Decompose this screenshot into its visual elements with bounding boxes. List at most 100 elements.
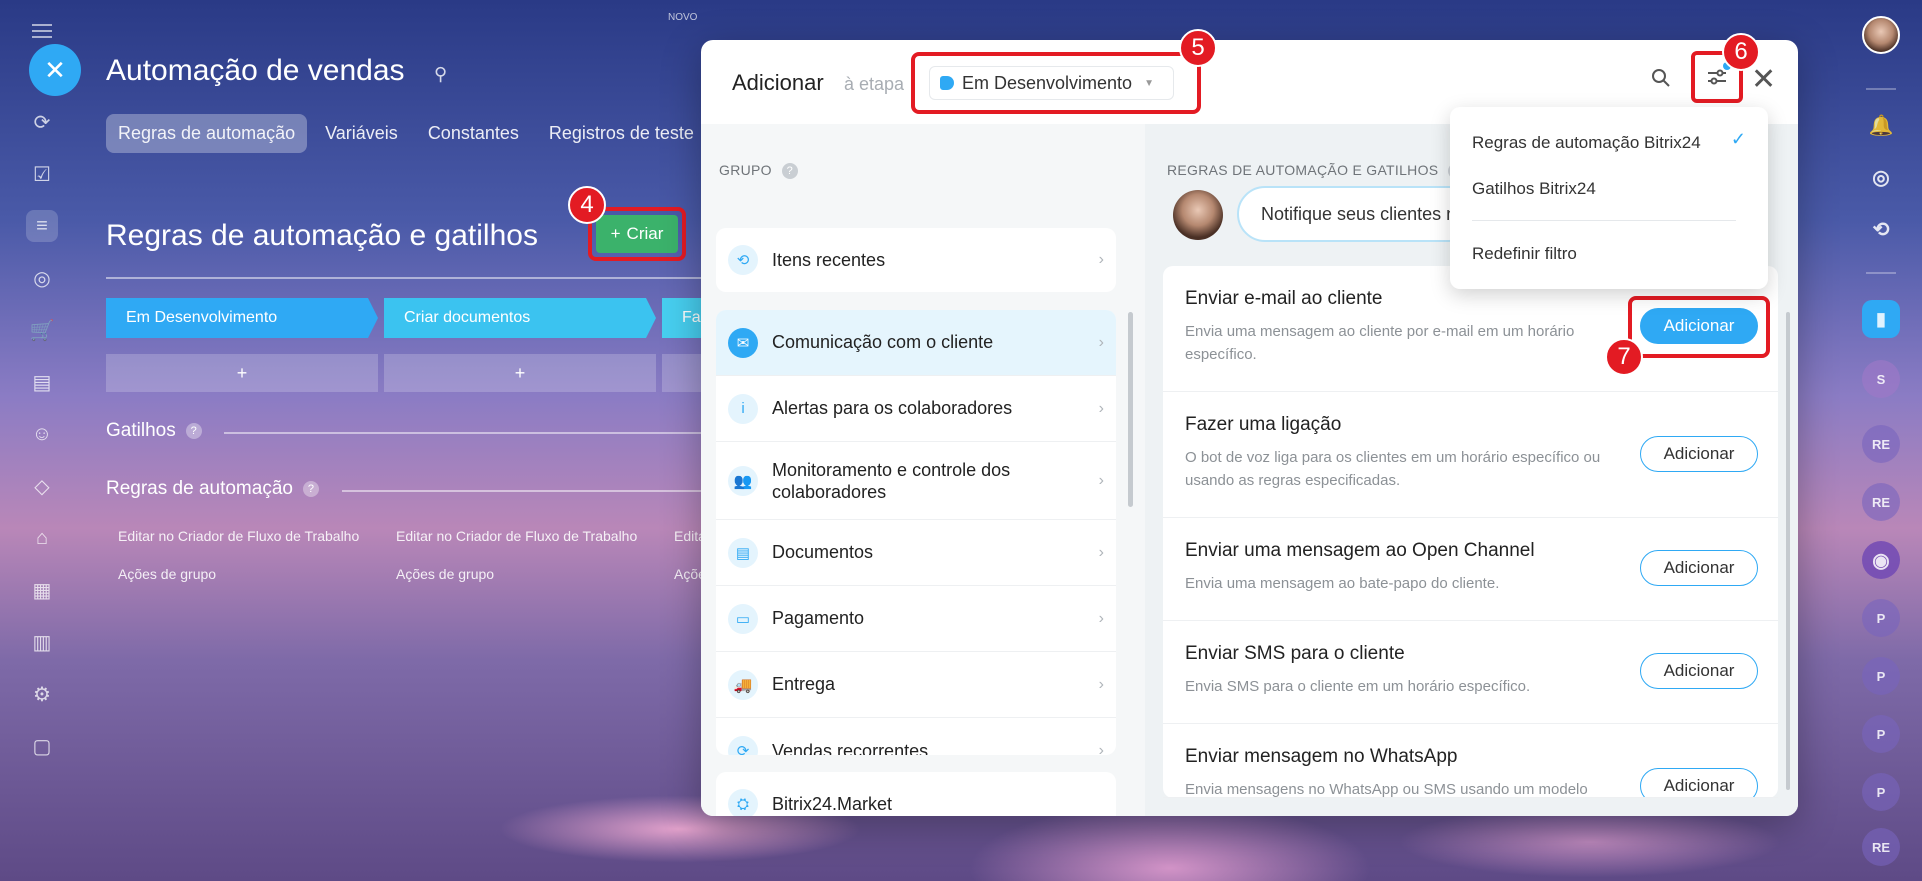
tab-test-records[interactable]: Registros de teste xyxy=(537,114,706,153)
rule-item: Enviar SMS para o cliente Envia SMS para… xyxy=(1163,621,1778,724)
sync-icon[interactable]: ⟲ xyxy=(1862,210,1900,248)
repeat-bag-icon: ⟳ xyxy=(728,736,758,755)
document-icon[interactable]: ▢ xyxy=(26,730,58,762)
edit-workflow-link-2[interactable]: Editar no Criador de Fluxo de Trabalho xyxy=(396,528,637,544)
help-icon[interactable]: ? xyxy=(781,163,798,180)
group-recurring-sales[interactable]: ⟳ Vendas recorrentes › xyxy=(716,718,1116,755)
bookmark-icon[interactable]: ▮ xyxy=(1862,300,1900,338)
menu-icon[interactable] xyxy=(32,24,52,38)
crm-icon[interactable]: ≡ xyxy=(26,210,58,242)
rule-description: Envia SMS para o cliente em um horário e… xyxy=(1185,678,1531,695)
group-market-label: Bitrix24.Market xyxy=(772,793,893,814)
edit-workflow-link-1[interactable]: Editar no Criador de Fluxo de Trabalho xyxy=(118,528,359,544)
stage-select[interactable]: Em Desenvolvimento ▼ xyxy=(929,66,1174,100)
menu-divider xyxy=(1472,220,1736,221)
group-employee-monitoring[interactable]: 👥 Monitoramento e controle dos colaborad… xyxy=(716,442,1116,520)
group-market[interactable]: ⛭ Bitrix24.Market xyxy=(716,772,1116,816)
chevron-right-icon: › xyxy=(1098,742,1104,755)
add-button[interactable]: Adicionar xyxy=(1640,653,1758,689)
tab-constants[interactable]: Constantes xyxy=(416,114,531,153)
robot-icon[interactable]: ☺ xyxy=(26,418,58,450)
step-badge-5: 5 xyxy=(1179,29,1217,67)
chevron-right-icon: › xyxy=(1098,471,1104,489)
assistant-avatar xyxy=(1173,190,1223,240)
group-payment[interactable]: ▭ Pagamento › xyxy=(716,586,1116,652)
rule-description: O bot de voz liga para os clientes em um… xyxy=(1185,449,1601,489)
rail-avatar-2[interactable]: RE xyxy=(1862,425,1900,463)
help-icon[interactable]: ? xyxy=(185,422,202,439)
radar-icon[interactable]: ◎ xyxy=(1862,158,1900,196)
help-icon[interactable]: ? xyxy=(302,480,319,497)
history-icon: ⟲ xyxy=(728,245,758,275)
analytics-icon[interactable]: ▥ xyxy=(26,626,58,658)
group-heading: GRUPO? xyxy=(719,162,798,180)
add-button[interactable]: Adicionar xyxy=(1640,308,1758,344)
truck-icon: 🚚 xyxy=(728,669,758,700)
filter-item-rules[interactable]: Regras de automação Bitrix24 xyxy=(1472,133,1701,153)
add-button[interactable]: Adicionar xyxy=(1640,436,1758,472)
group-label-4: Pagamento xyxy=(772,608,865,628)
sitemap-icon[interactable]: ⟳ xyxy=(26,106,58,138)
stage-select-value: Em Desenvolvimento xyxy=(962,72,1133,93)
group-actions-link-2[interactable]: Ações de grupo xyxy=(396,566,494,582)
group-scrollbar[interactable] xyxy=(1128,312,1133,507)
rule-item: Fazer uma ligação O bot de voz liga para… xyxy=(1163,392,1778,518)
tasks-icon[interactable]: ☑ xyxy=(26,158,58,190)
group-label-3: Documentos xyxy=(772,542,874,562)
group-recent[interactable]: ⟲ Itens recentes › xyxy=(716,228,1116,292)
filter-item-triggers[interactable]: Gatilhos Bitrix24 xyxy=(1472,179,1596,199)
card-icon[interactable]: ▤ xyxy=(26,366,58,398)
target-icon[interactable]: ◎ xyxy=(26,262,58,294)
group-delivery[interactable]: 🚚 Entrega › xyxy=(716,652,1116,718)
add-button[interactable]: Adicionar xyxy=(1640,550,1758,586)
pin-icon[interactable]: ⚲ xyxy=(434,64,447,85)
section-title: Regras de automação e gatilhos xyxy=(106,219,538,252)
group-label-2: Monitoramento e controle dos colaborador… xyxy=(772,459,1011,502)
copilot-icon[interactable]: ◉ xyxy=(1862,541,1900,579)
group-actions-link-1[interactable]: Ações de grupo xyxy=(118,566,216,582)
settings-icon[interactable]: ⚙ xyxy=(26,678,58,710)
chevron-right-icon: › xyxy=(1098,333,1104,351)
create-label: Criar xyxy=(626,224,664,243)
rail-avatar-3[interactable]: RE xyxy=(1862,483,1900,521)
stage-create-documents[interactable]: Criar documentos xyxy=(384,298,656,338)
add-button[interactable]: Adicionar xyxy=(1640,768,1758,797)
add-rule-cell-2[interactable]: + xyxy=(384,354,656,392)
calendar-icon[interactable]: ▦ xyxy=(26,574,58,606)
cart-icon[interactable]: 🛒 xyxy=(26,314,58,346)
add-rule-cell-1[interactable]: + xyxy=(106,354,378,392)
rail-avatar-8[interactable]: RE xyxy=(1862,828,1900,866)
group-recent-label: Itens recentes xyxy=(772,249,886,270)
filter-reset[interactable]: Redefinir filtro xyxy=(1472,244,1577,264)
create-button[interactable]: + Criar xyxy=(596,215,678,253)
rules-scrollbar[interactable] xyxy=(1786,312,1790,790)
group-label-1: Alertas para os colaboradores xyxy=(772,398,1013,418)
bell-icon[interactable]: 🔔 xyxy=(1862,106,1900,144)
group-documents[interactable]: ▤ Documentos › xyxy=(716,520,1116,586)
stage-in-development[interactable]: Em Desenvolvimento xyxy=(106,298,378,338)
chevron-right-icon: › xyxy=(1098,251,1104,268)
rail-avatar-1[interactable]: S xyxy=(1862,360,1900,398)
document-icon: ▤ xyxy=(728,537,758,568)
tab-variables[interactable]: Variáveis xyxy=(313,114,410,153)
rail-avatar-6[interactable]: P xyxy=(1862,715,1900,753)
group-employee-alerts[interactable]: i Alertas para os colaboradores › xyxy=(716,376,1116,442)
group-list: ✉ Comunicação com o cliente › i Alertas … xyxy=(716,310,1116,755)
group-customer-communication[interactable]: ✉ Comunicação com o cliente › xyxy=(716,310,1116,376)
rail-avatar-4[interactable]: P xyxy=(1862,599,1900,637)
triggers-label: Gatilhos xyxy=(106,420,176,441)
box-icon[interactable]: ◇ xyxy=(26,470,58,502)
rail-avatar-7[interactable]: P xyxy=(1862,773,1900,811)
close-slider-button[interactable]: ✕ xyxy=(29,44,81,96)
user-avatar[interactable] xyxy=(1862,16,1900,54)
rule-description: Envia uma mensagem ao bate-papo do clien… xyxy=(1185,575,1500,592)
store-icon[interactable]: ⌂ xyxy=(26,522,58,554)
tab-automation-rules[interactable]: Regras de automação xyxy=(106,114,308,153)
step-badge-6: 6 xyxy=(1722,33,1760,71)
rail-avatar-5[interactable]: P xyxy=(1862,657,1900,695)
search-icon[interactable] xyxy=(1651,68,1671,94)
chat-icon: ✉ xyxy=(728,327,758,358)
rule-item: Enviar uma mensagem ao Open Channel Envi… xyxy=(1163,518,1778,621)
close-icon[interactable]: ✕ xyxy=(1751,62,1776,97)
dialog-subtitle: à etapa xyxy=(844,74,905,94)
